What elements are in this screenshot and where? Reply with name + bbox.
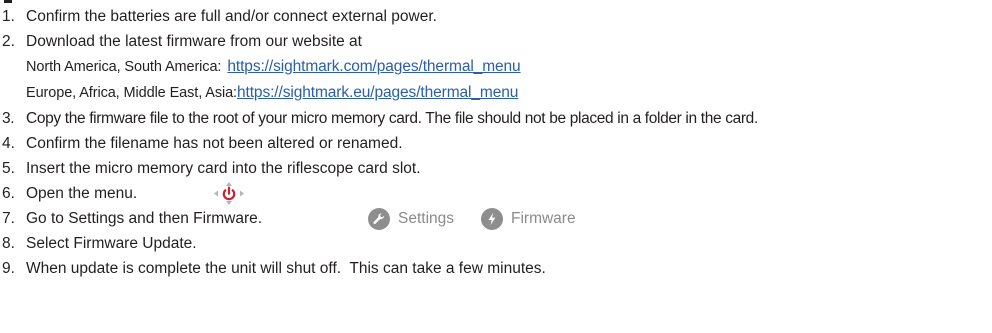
step-4: 4. Confirm the filename has not been alte… xyxy=(0,131,992,156)
step-number: 7. xyxy=(2,210,15,227)
region-label: North America, South America: xyxy=(26,59,222,75)
firmware-link-americas[interactable]: https://sightmark.com/pages/thermal_menu xyxy=(227,58,520,75)
step-text: Select Firmware Update. xyxy=(26,235,197,252)
step-text: Download the latest firmware from our we… xyxy=(26,33,362,50)
steps-list: 1. Confirm the batteries are full and/or … xyxy=(0,4,992,281)
step-text: Open the menu. xyxy=(26,185,138,202)
step-text: Insert the micro memory card into the ri… xyxy=(26,160,421,177)
wrench-icon xyxy=(368,207,390,230)
step-7: 7. Go to Settings and then Firmware. Sett… xyxy=(0,206,992,231)
step-8: 8. Select Firmware Update. xyxy=(0,231,992,256)
step-9: 9. When update is complete the unit will … xyxy=(0,256,992,281)
step-text: Go to Settings and then Firmware. xyxy=(26,210,263,227)
step-number: 1. xyxy=(2,8,15,25)
step-text: Confirm the filename has not been altere… xyxy=(26,135,403,152)
step-number: 8. xyxy=(2,235,15,252)
step-number: 9. xyxy=(2,260,15,277)
step-5: 5. Insert the micro memory card into the … xyxy=(0,156,992,181)
cropped-heading-fragment xyxy=(4,0,12,3)
firmware-label: Firmware xyxy=(511,210,576,227)
step-number: 5. xyxy=(2,160,15,177)
region-line-emea-asia: Europe, Africa, Middle East, Asia:https:… xyxy=(0,80,992,106)
region-line-americas: North America, South America: https://sig… xyxy=(0,54,992,80)
step-text: When update is complete the unit will sh… xyxy=(26,260,546,277)
settings-menu-chip: Settings xyxy=(368,206,454,231)
region-label: Europe, Africa, Middle East, Asia: xyxy=(26,85,237,101)
settings-label: Settings xyxy=(398,210,455,227)
step-number: 4. xyxy=(2,135,15,152)
step-3: 3. Copy the firmware file to the root of … xyxy=(0,106,992,131)
firmware-link-emea-asia[interactable]: https://sightmark.eu/pages/thermal_menu xyxy=(237,84,518,101)
step-text: Copy the firmware file to the root of yo… xyxy=(26,110,758,127)
firmware-menu-chip: Firmware xyxy=(481,206,576,231)
power-control-pad-icon xyxy=(212,181,246,206)
step-number: 6. xyxy=(2,185,15,202)
step-number: 2. xyxy=(2,33,15,50)
lightning-icon xyxy=(481,207,503,230)
step-2: 2. Download the latest firmware from our … xyxy=(0,29,992,106)
step-text: Confirm the batteries are full and/or co… xyxy=(26,8,437,25)
step-number: 3. xyxy=(2,110,15,127)
firmware-update-instructions: 1. Confirm the batteries are full and/or … xyxy=(0,0,992,333)
step-6: 6. Open the menu. xyxy=(0,181,992,206)
step-1: 1. Confirm the batteries are full and/or … xyxy=(0,4,992,29)
